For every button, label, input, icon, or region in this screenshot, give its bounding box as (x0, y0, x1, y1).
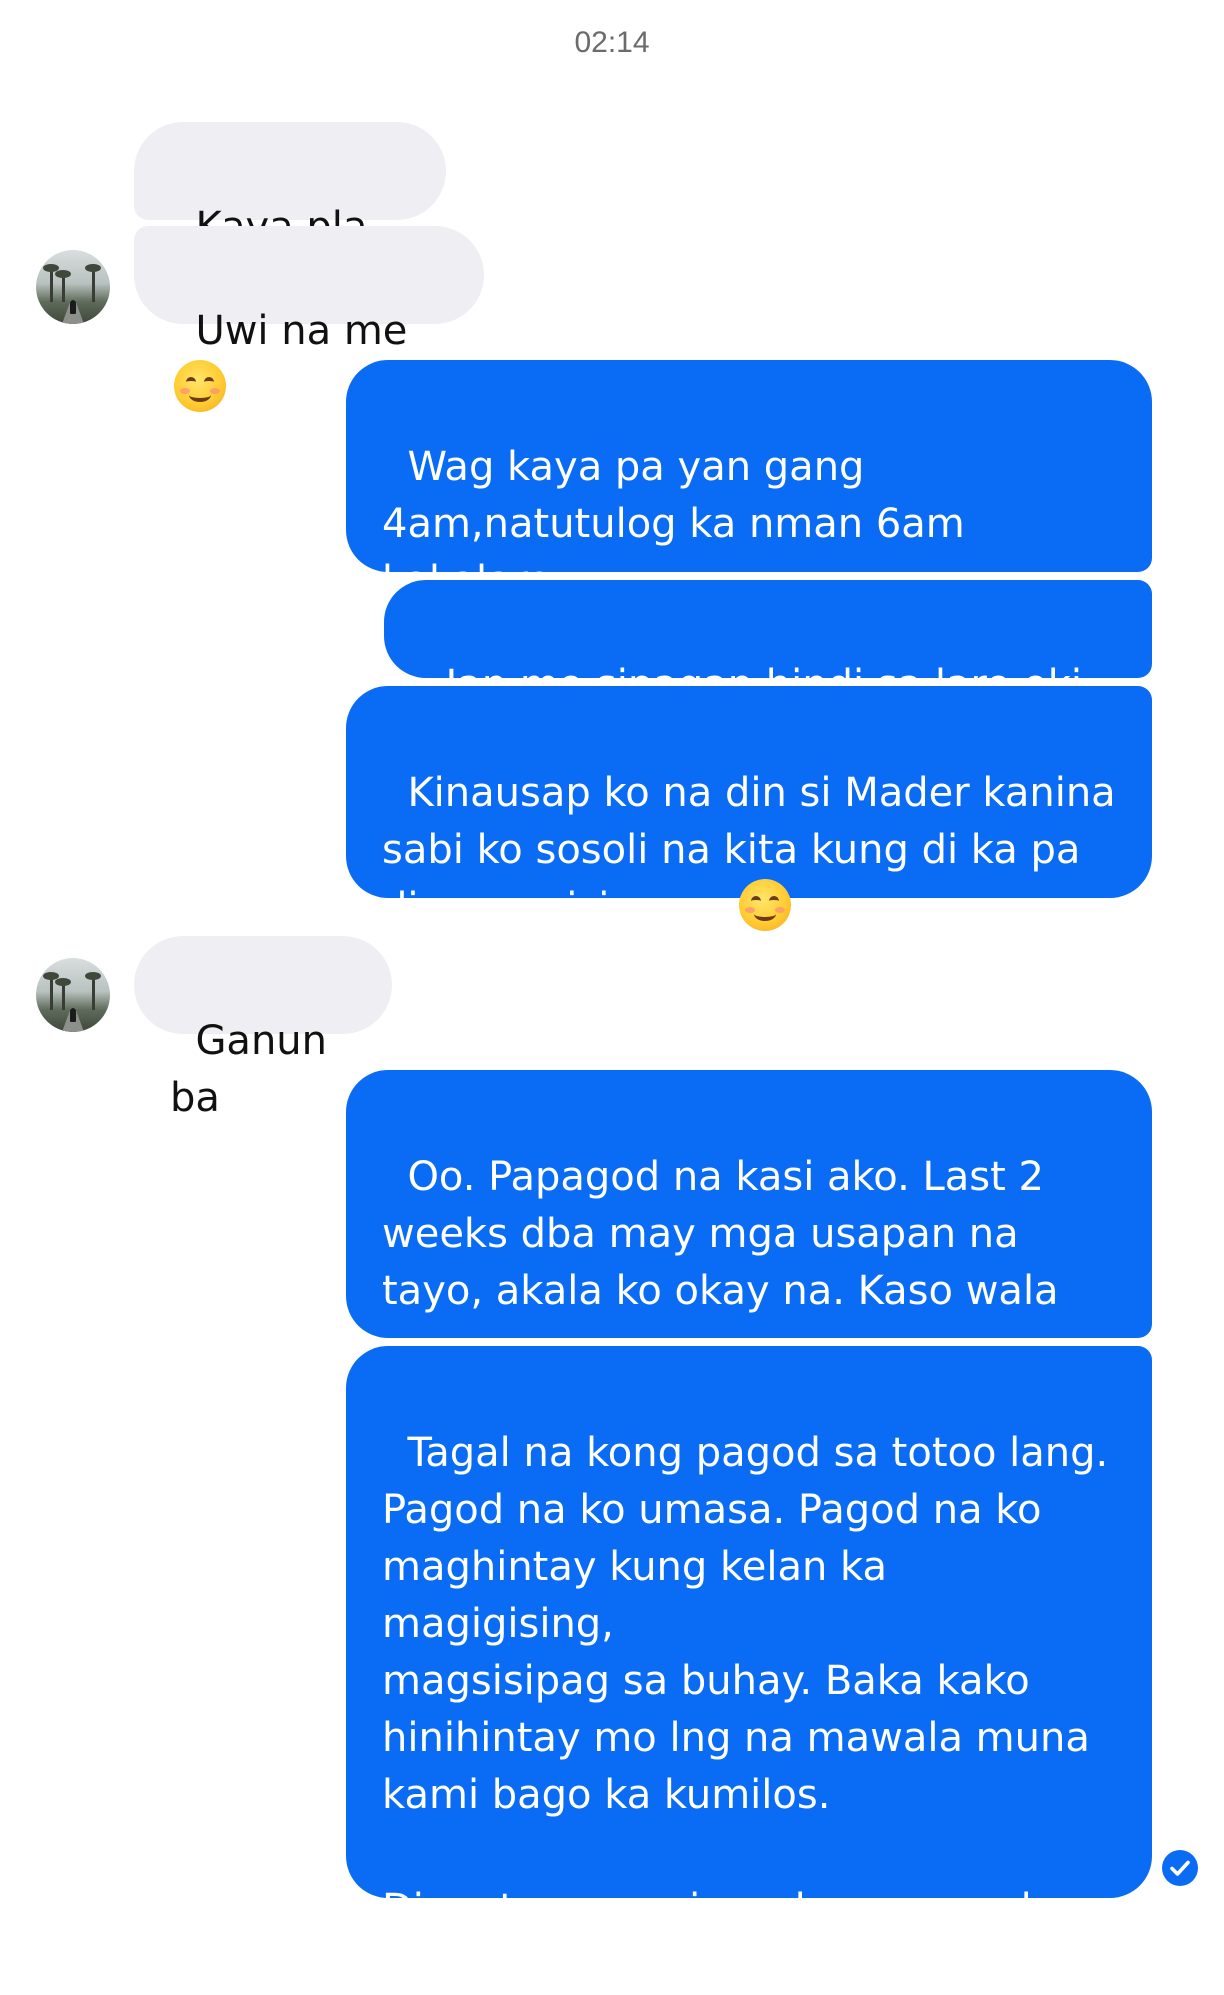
message-text: Tagal na kong pagod sa totoo lang. Pagod… (382, 1430, 1109, 1989)
outgoing-message[interactable]: Oo. Papagod na kasi ako. Last 2 weeks db… (346, 1070, 1152, 1428)
message-text: Uwi na me (195, 308, 421, 354)
smiling-face-with-smiling-eyes-icon (738, 879, 791, 931)
incoming-message[interactable]: Ganun ba (134, 936, 392, 1121)
smiling-face-icon (174, 360, 226, 412)
message-timestamp: 02:14 (574, 26, 650, 59)
outgoing-message[interactable]: Kinausap ko na din si Mader kanina sabi … (346, 686, 1152, 931)
incoming-message[interactable]: Uwi na me (134, 226, 484, 412)
message-text: Ganun ba (170, 1018, 340, 1121)
incoming-message[interactable]: Kaya pla (134, 122, 446, 315)
outgoing-message[interactable]: Wag kaya pa yan gang 4am,natutulog ka nm… (346, 360, 1152, 662)
outgoing-message[interactable]: Tagal na kong pagod sa totoo lang. Pagod… (346, 1346, 1152, 1989)
contact-avatar[interactable] (36, 958, 110, 1032)
contact-avatar[interactable] (36, 250, 110, 324)
outgoing-message[interactable]: Jan mo sipagan hindi sa laro oki (384, 580, 1152, 766)
seen-check-icon (1162, 1850, 1198, 1886)
